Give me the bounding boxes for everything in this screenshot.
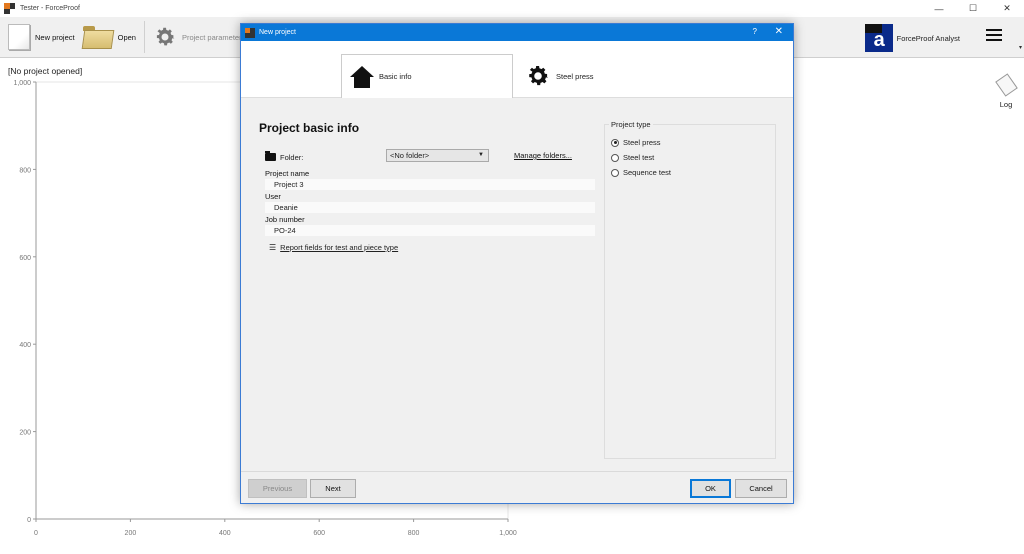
- radio-steel-test[interactable]: Steel test: [611, 153, 654, 162]
- radio-selected-icon: [611, 138, 619, 147]
- radio-sequence-test-label: Sequence test: [623, 168, 671, 177]
- toolbar-divider: [143, 21, 145, 53]
- manage-folders-link[interactable]: Manage folders...: [514, 151, 572, 160]
- window-controls: — ☐ ✕: [922, 0, 1024, 17]
- analyst-logo-icon: a: [864, 24, 893, 52]
- close-button[interactable]: ✕: [990, 0, 1024, 17]
- minimize-button[interactable]: —: [922, 0, 956, 17]
- tab-basic-info[interactable]: Basic info: [341, 54, 513, 98]
- log-button[interactable]: Log: [993, 73, 1019, 109]
- hamburger-menu-icon[interactable]: [986, 29, 1002, 41]
- project-type-group: Project type Steel press Steel test Sequ…: [604, 120, 776, 459]
- y-tick-label: 1,000: [13, 80, 31, 87]
- x-tick-label: 200: [125, 530, 137, 537]
- y-tick-label: 200: [19, 430, 31, 437]
- dialog-title: New project: [259, 29, 296, 36]
- log-label: Log: [999, 100, 1013, 109]
- gear-icon: [156, 27, 175, 46]
- project-type-legend: Project type: [609, 120, 653, 129]
- dialog-title-bar: New project ? ✕: [241, 24, 793, 41]
- user-input[interactable]: Deanie: [265, 202, 595, 213]
- open-label: Open: [117, 32, 136, 42]
- gear-icon: [529, 66, 549, 86]
- project-parameters-label: Project parameters: [181, 32, 246, 42]
- house-icon: [350, 65, 374, 88]
- log-icon: [994, 73, 1018, 97]
- job-number-label: Job number: [265, 215, 305, 224]
- project-status: [No project opened]: [8, 66, 83, 76]
- list-icon: ☰: [269, 243, 277, 252]
- folder-label: Folder:: [280, 152, 304, 162]
- x-tick-label: 800: [408, 530, 420, 537]
- open-button[interactable]: Open: [79, 19, 140, 55]
- app-icon: [4, 3, 15, 14]
- dialog-body: Project basic info Folder: <No folder> ▼…: [241, 99, 793, 471]
- folder-select[interactable]: <No folder> ▼: [386, 149, 489, 162]
- folder-open-icon: [82, 26, 113, 48]
- cancel-button[interactable]: Cancel: [735, 479, 787, 498]
- analyst-label: ForceProof Analyst: [896, 33, 960, 43]
- folder-icon: [265, 151, 276, 161]
- x-tick-label: 1,000: [499, 530, 517, 537]
- radio-steel-press-label: Steel press: [623, 138, 661, 147]
- dialog-footer: Previous Next OK Cancel: [241, 471, 793, 503]
- tab-steel-press-label: Steel press: [556, 71, 594, 81]
- job-number-input[interactable]: PO-24: [265, 225, 595, 236]
- toolbar-overflow-chevron-icon[interactable]: ▾: [1019, 44, 1022, 51]
- user-label: User: [265, 192, 281, 201]
- y-tick-label: 400: [19, 342, 31, 349]
- next-button[interactable]: Next: [310, 479, 356, 498]
- radio-unselected-icon: [611, 153, 619, 162]
- y-tick-label: 800: [19, 167, 31, 174]
- tab-basic-info-label: Basic info: [379, 72, 412, 81]
- main-title-bar: Tester - ForceProof — ☐ ✕: [0, 0, 1024, 17]
- analyst-logo-letter: a: [873, 29, 885, 51]
- section-title: Project basic info: [259, 121, 360, 135]
- dialog-close-button[interactable]: ✕: [775, 26, 783, 37]
- x-tick-label: 400: [219, 530, 231, 537]
- previous-button[interactable]: Previous: [248, 479, 307, 498]
- window-title: Tester - ForceProof: [20, 5, 80, 12]
- new-project-label: New project: [35, 32, 75, 42]
- radio-unselected-icon: [611, 168, 619, 177]
- report-fields-label: Report fields for test and piece type: [280, 243, 399, 252]
- radio-steel-press[interactable]: Steel press: [611, 138, 661, 147]
- x-tick-label: 600: [313, 530, 325, 537]
- dropdown-arrow-icon: ▼: [478, 152, 484, 158]
- x-tick-label: 0: [34, 530, 38, 537]
- maximize-button[interactable]: ☐: [956, 0, 990, 17]
- new-project-dialog: New project ? ✕ Basic info Steel press P…: [240, 23, 794, 504]
- y-tick-label: 0: [27, 517, 31, 524]
- help-button[interactable]: ?: [753, 27, 757, 36]
- radio-steel-test-label: Steel test: [623, 153, 655, 162]
- dialog-app-icon: [245, 27, 255, 38]
- new-document-icon: [8, 24, 30, 50]
- new-project-button[interactable]: New project: [0, 19, 79, 55]
- report-fields-link[interactable]: ☰ Report fields for test and piece type: [269, 243, 398, 252]
- project-name-label: Project name: [265, 169, 310, 178]
- wizard-steps: Basic info Steel press: [241, 41, 793, 98]
- ok-button[interactable]: OK: [690, 479, 731, 498]
- folder-select-value: <No folder>: [390, 151, 430, 160]
- radio-sequence-test[interactable]: Sequence test: [611, 168, 671, 177]
- project-parameters-button[interactable]: Project parameters: [149, 19, 249, 55]
- tab-steel-press[interactable]: Steel press: [517, 54, 602, 98]
- forceproof-analyst-button[interactable]: a ForceProof Analyst: [864, 21, 960, 55]
- y-tick-label: 600: [19, 255, 31, 262]
- project-name-input[interactable]: Project 3: [265, 179, 595, 190]
